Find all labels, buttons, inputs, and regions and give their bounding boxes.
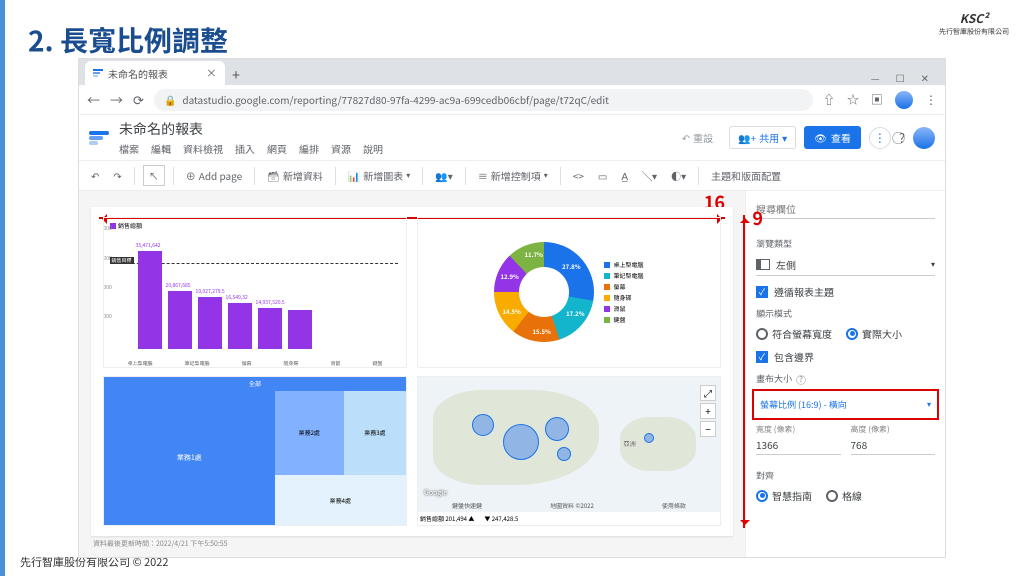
star-icon[interactable]: ☆ [847,91,859,108]
menu-arrange[interactable]: 編排 [299,141,319,156]
text-button[interactable]: A̲ [617,166,632,185]
new-tab-button[interactable]: + [225,65,247,85]
url-embed-button[interactable]: <> [569,166,588,185]
app-header: 未命名的報表 檔案 編輯 資料檢視 插入 網頁 編排 資源 說明 ↶ 重設 👥+… [79,115,945,161]
shape-button[interactable]: ◐▾ [667,166,690,185]
height-arrow-annotation [743,215,745,528]
canvas-size-label: 畫布大小? [756,372,935,385]
map-expand-button[interactable]: ⤢ [700,385,716,401]
add-control-button[interactable]: ≡ 新增控制項 ▾ [474,166,552,185]
address-bar: ← → ⟳ 🔒 datastudio.google.com/reporting/… [79,85,945,115]
display-mode-label: 顯示模式 [756,307,935,320]
search-input[interactable] [756,199,935,219]
pointer-tool[interactable]: ↖ [143,165,165,186]
user-avatar[interactable] [913,127,935,149]
menu-icon[interactable]: ⋮ [925,91,937,108]
more-options-button[interactable]: ⋮ [869,127,891,149]
toolbar: ↶ ↷ ↖ ⊕ Add page 🗃 新增資料 📊 新增圖表 ▾ 👥▾ ≡ 新增… [79,161,945,191]
slide-title: 2. 長寬比例調整 [28,20,228,60]
url-text: datastudio.google.com/reporting/77827d80… [182,92,608,107]
menu-resource[interactable]: 資源 [331,141,351,156]
side-panel: 瀏覽類型 左側▾ ✓遵循報表主題 顯示模式 符合螢幕寬度 實際大小 ✓包含邊界 … [745,191,945,557]
line-button[interactable]: ╲▾ [638,166,661,185]
menu-help[interactable]: 說明 [363,141,383,156]
menu-page[interactable]: 網頁 [267,141,287,156]
map-chart[interactable]: 亞洲 ⤢ + − Google 鍵盤快速鍵 地圖資料 ©2022 使用條款 [417,376,721,527]
align-label: 對齊 [756,469,935,482]
back-icon[interactable]: ← [87,90,100,109]
redo-button[interactable]: ↷ [109,166,125,185]
doc-title[interactable]: 未命名的報表 [119,119,383,139]
profile-avatar[interactable] [895,91,913,109]
share-url-icon[interactable]: ⇧ [823,91,835,108]
help-icon[interactable]: ?⃝ [899,128,905,147]
theme-layout-button[interactable]: 主題和版面配置 [707,166,785,185]
nav-type-label: 瀏覽類型 [756,237,935,250]
extension-icon[interactable]: ▣ [871,91,883,108]
close-window-icon[interactable]: ✕ [921,70,929,85]
canvas-area: 16 9 銷售總額 4,000,0003,000,0002,000,0001,0… [79,191,745,557]
left-panel-icon [756,259,770,270]
maximize-icon[interactable]: ☐ [896,70,905,85]
fit-screen-radio[interactable]: 符合螢幕寬度 [756,326,832,341]
menu-view[interactable]: 資料檢視 [183,141,223,156]
width-field[interactable]: 寬度 (像素) 1366 [756,424,841,455]
actual-size-radio[interactable]: 實際大小 [846,326,902,341]
google-logo: Google [424,488,447,498]
smart-guide-radio[interactable]: 智慧指南 [756,488,812,503]
nav-type-select[interactable]: 左側▾ [756,254,935,276]
map-zoom-out-button[interactable]: − [700,421,716,437]
close-tab-icon[interactable]: × [206,65,217,81]
bar-chart[interactable]: 銷售總額 4,000,0003,000,0002,000,0001,000,00… [103,217,407,368]
view-button[interactable]: 👁 查看 [804,126,861,149]
treemap-chart[interactable]: 全部 業務1處 業務2處 業務3處 業務4處 [103,376,407,527]
browser-window: 未命名的報表 × + — ☐ ✕ ← → ⟳ 🔒 datastudio.goog… [78,58,946,558]
browser-tab[interactable]: 未命名的報表 × [85,61,225,85]
menu-edit[interactable]: 編輯 [151,141,171,156]
community-viz-button[interactable]: 👥▾ [431,166,456,185]
forward-icon[interactable]: → [110,90,123,109]
menu-file[interactable]: 檔案 [119,141,139,156]
canvas-footer: 資料最後更新時間：2022/4/21 下午5:50:55 [91,536,733,549]
datastudio-icon [93,68,103,78]
aspect-ratio-highlight: 螢幕比例 (16:9) - 橫向▾ [752,389,939,420]
minimize-icon[interactable]: — [871,70,880,85]
dimension-height-label: 9 [752,205,763,231]
tab-title: 未命名的報表 [108,66,168,81]
lock-icon: 🔒 [164,92,176,107]
add-chart-button[interactable]: 📊 新增圖表 ▾ [344,166,414,185]
add-page-button[interactable]: ⊕ Add page [182,166,246,185]
report-canvas[interactable]: 銷售總額 4,000,0003,000,0002,000,0001,000,00… [91,207,733,536]
reload-icon[interactable]: ⟳ [133,90,144,109]
menu-bar: 檔案 編輯 資料檢視 插入 網頁 編排 資源 說明 [119,141,383,156]
tab-bar: 未命名的報表 × + — ☐ ✕ [79,59,945,85]
add-data-button[interactable]: 🗃 新增資料 [263,166,327,185]
undo-button[interactable]: ↶ [87,166,103,185]
follow-theme-checkbox[interactable]: ✓遵循報表主題 [756,284,935,299]
map-zoom-in-button[interactable]: + [700,403,716,419]
height-field[interactable]: 高度 (像素) 768 [851,424,936,455]
include-bounds-checkbox[interactable]: ✓包含邊界 [756,349,935,364]
share-button[interactable]: 👥+ 共用 ▾ [729,126,796,149]
donut-chart[interactable]: 27.8% 17.2% 15.5% 14.5% 12.9% 11.7% 桌上型電… [417,217,721,368]
url-input[interactable]: 🔒 datastudio.google.com/reporting/77827d… [154,89,813,111]
datastudio-logo-icon[interactable] [89,127,111,149]
menu-insert[interactable]: 插入 [235,141,255,156]
ksc-logo: KSC²先行智庫股份有限公司 [939,10,1009,37]
aspect-ratio-select[interactable]: 螢幕比例 (16:9) - 橫向▾ [760,395,931,414]
reset-button[interactable]: ↶ 重設 [674,127,721,148]
image-button[interactable]: ▭ [594,166,611,185]
grid-radio[interactable]: 格線 [826,488,862,503]
